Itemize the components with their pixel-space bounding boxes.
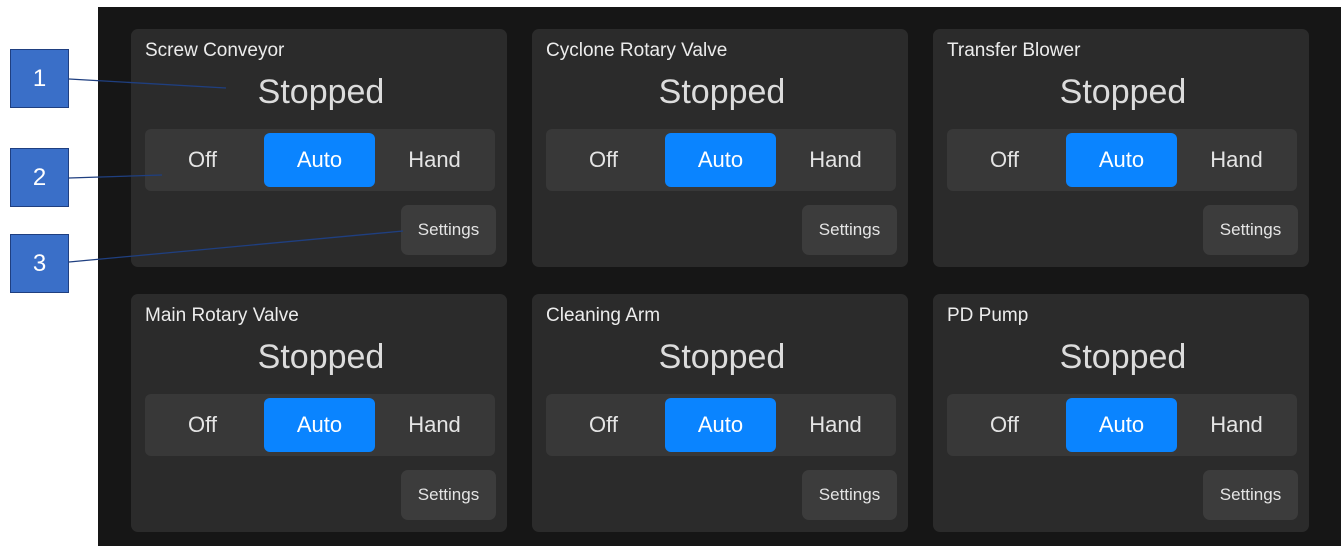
equipment-title: Transfer Blower (947, 40, 1081, 61)
mode-auto-button[interactable]: Auto (1066, 133, 1177, 187)
callout-1: 1 (10, 49, 69, 108)
mode-auto-button[interactable]: Auto (665, 398, 776, 452)
callout-2: 2 (10, 148, 69, 207)
callout-3: 3 (10, 234, 69, 293)
equipment-status: Stopped (1059, 338, 1187, 376)
mode-auto-button[interactable]: Auto (1066, 398, 1177, 452)
mode-off-button[interactable]: Off (147, 133, 258, 187)
settings-button[interactable]: Settings (1203, 470, 1298, 520)
mode-off-button[interactable]: Off (548, 133, 659, 187)
equipment-card-transfer-blower: Transfer Blower Stopped Off Auto Hand Se… (933, 29, 1309, 267)
settings-button[interactable]: Settings (401, 205, 496, 255)
settings-button[interactable]: Settings (802, 205, 897, 255)
mode-selector: Off Auto Hand (947, 129, 1297, 191)
mode-hand-button[interactable]: Hand (379, 133, 490, 187)
equipment-title: Screw Conveyor (145, 40, 285, 61)
equipment-status: Stopped (257, 338, 385, 376)
equipment-title: Cleaning Arm (546, 305, 661, 326)
equipment-panel: Screw Conveyor Stopped Off Auto Hand Set… (98, 7, 1341, 546)
equipment-card-pd-pump: PD Pump Stopped Off Auto Hand Settings (933, 294, 1309, 532)
mode-selector: Off Auto Hand (546, 129, 896, 191)
mode-selector: Off Auto Hand (546, 394, 896, 456)
equipment-status: Stopped (257, 73, 385, 111)
equipment-title: Main Rotary Valve (145, 305, 299, 326)
settings-button[interactable]: Settings (401, 470, 496, 520)
mode-selector: Off Auto Hand (145, 394, 495, 456)
mode-off-button[interactable]: Off (949, 133, 1060, 187)
mode-selector: Off Auto Hand (145, 129, 495, 191)
mode-auto-button[interactable]: Auto (264, 133, 375, 187)
mode-off-button[interactable]: Off (949, 398, 1060, 452)
settings-button[interactable]: Settings (1203, 205, 1298, 255)
equipment-status: Stopped (1059, 73, 1187, 111)
mode-hand-button[interactable]: Hand (780, 133, 891, 187)
equipment-card-cyclone-rotary-valve: Cyclone Rotary Valve Stopped Off Auto Ha… (532, 29, 908, 267)
equipment-card-main-rotary-valve: Main Rotary Valve Stopped Off Auto Hand … (131, 294, 507, 532)
mode-hand-button[interactable]: Hand (1181, 398, 1292, 452)
equipment-status: Stopped (658, 338, 786, 376)
equipment-card-cleaning-arm: Cleaning Arm Stopped Off Auto Hand Setti… (532, 294, 908, 532)
equipment-title: Cyclone Rotary Valve (546, 40, 728, 61)
settings-button[interactable]: Settings (802, 470, 897, 520)
mode-auto-button[interactable]: Auto (665, 133, 776, 187)
mode-hand-button[interactable]: Hand (780, 398, 891, 452)
mode-selector: Off Auto Hand (947, 394, 1297, 456)
mode-hand-button[interactable]: Hand (379, 398, 490, 452)
screenshot-root: 1 2 3 Screw Conveyor Stopped Off Auto Ha… (0, 0, 1341, 546)
equipment-card-screw-conveyor: Screw Conveyor Stopped Off Auto Hand Set… (131, 29, 507, 267)
mode-auto-button[interactable]: Auto (264, 398, 375, 452)
mode-off-button[interactable]: Off (548, 398, 659, 452)
equipment-status: Stopped (658, 73, 786, 111)
mode-off-button[interactable]: Off (147, 398, 258, 452)
mode-hand-button[interactable]: Hand (1181, 133, 1292, 187)
equipment-title: PD Pump (947, 305, 1029, 326)
